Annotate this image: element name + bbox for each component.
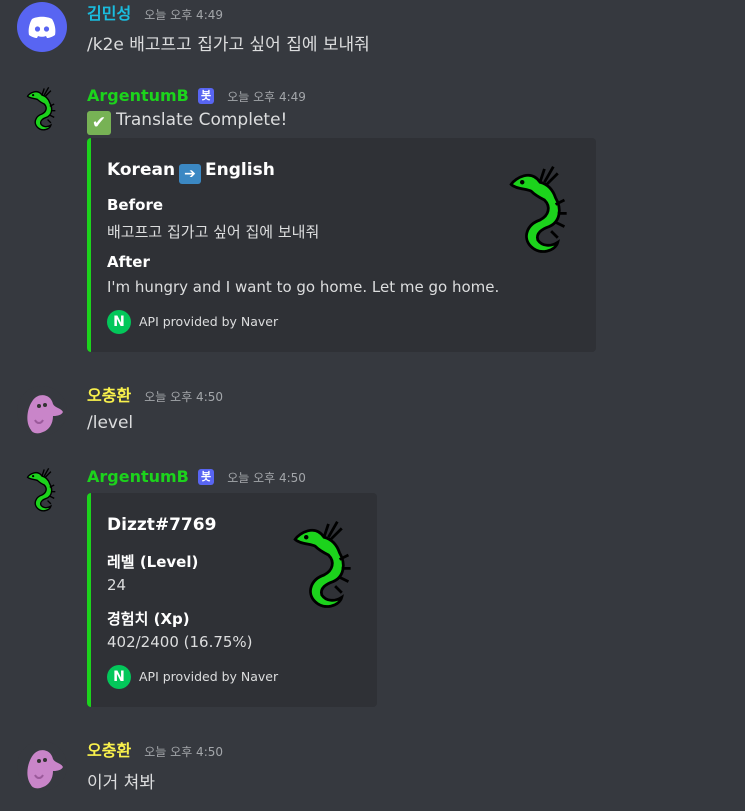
embed-footer: N API provided by Naver <box>107 309 279 334</box>
timestamp: 오늘 오후 4:49 <box>227 90 306 104</box>
avatar[interactable] <box>17 741 67 791</box>
avatar[interactable] <box>17 386 67 436</box>
source-language: Korean <box>107 160 176 180</box>
blob-avatar-icon <box>17 386 67 436</box>
message-text: /k2e 배고프고 집가고 싶어 집에 보내줘 <box>87 35 370 55</box>
username[interactable]: ArgentumB <box>87 86 189 105</box>
field-value: I'm hungry and I want to go home. Let me… <box>107 278 500 296</box>
message-line: ✔ Translate Complete! <box>87 110 287 135</box>
timestamp: 오늘 오후 4:50 <box>227 471 306 485</box>
avatar[interactable] <box>17 84 67 134</box>
translation-embed: Korean ➔ English Before 배고프고 집가고 싶어 집에 보내줘… <box>87 138 596 352</box>
field-name: 경험치 (Xp) <box>107 610 190 628</box>
naver-logo-icon: N <box>107 309 131 334</box>
username[interactable]: ArgentumB <box>87 467 189 486</box>
embed-footer: N API provided by Naver <box>107 664 279 689</box>
message-text: Translate Complete! <box>116 110 288 130</box>
timestamp: 오늘 오후 4:50 <box>144 745 224 759</box>
message-text: /level <box>87 413 134 433</box>
field-value: 24 <box>107 576 127 594</box>
field-value: 402/2400 (16.75%) <box>107 633 253 651</box>
footer-text: API provided by Naver <box>139 313 279 329</box>
level-embed: Dizzt#7769 레벨 (Level) 24 경험치 (Xp) 402/24… <box>87 493 377 707</box>
field-value: 배고프고 집가고 싶어 집에 보내줘 <box>107 223 320 241</box>
target-language: English <box>205 160 275 180</box>
blob-avatar-icon <box>17 741 67 791</box>
username[interactable]: 김민성 <box>87 4 131 23</box>
dragon-thumbnail-icon <box>505 160 575 260</box>
avatar[interactable] <box>17 2 67 52</box>
discord-logo-icon <box>28 16 56 38</box>
timestamp: 오늘 오후 4:49 <box>144 8 224 22</box>
right-arrow-icon: ➔ <box>179 164 202 184</box>
username[interactable]: 오충환 <box>87 386 131 405</box>
username[interactable]: 오충환 <box>87 741 131 760</box>
dragon-thumbnail-icon <box>289 515 359 615</box>
message-text: 이거 쳐봐 <box>87 773 155 793</box>
field-name: After <box>107 253 150 271</box>
field-name: 레벨 (Level) <box>107 553 199 571</box>
dragon-avatar-icon <box>17 84 67 134</box>
embed-thumbnail[interactable] <box>289 515 359 619</box>
bot-tag: 봇 <box>197 469 215 485</box>
bot-tag: 봇 <box>197 88 215 104</box>
timestamp: 오늘 오후 4:50 <box>144 390 224 404</box>
embed-thumbnail[interactable] <box>505 160 575 264</box>
footer-text: API provided by Naver <box>139 668 279 684</box>
embed-title: Korean ➔ English <box>107 160 275 184</box>
naver-logo-icon: N <box>107 664 131 689</box>
dragon-avatar-icon <box>17 465 67 515</box>
embed-title: Dizzt#7769 <box>107 515 217 535</box>
avatar[interactable] <box>17 465 67 515</box>
field-name: Before <box>107 196 164 214</box>
check-mark-icon: ✔ <box>87 111 111 135</box>
